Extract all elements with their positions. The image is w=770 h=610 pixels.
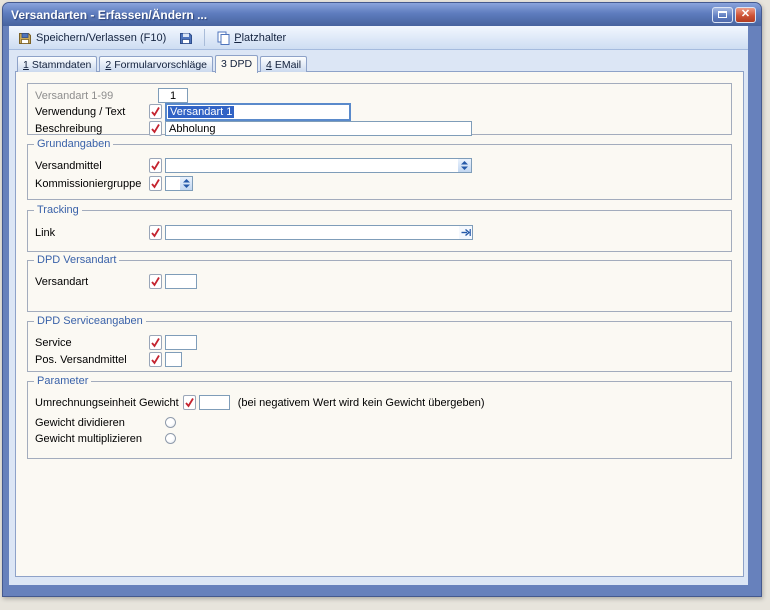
field-row-service: Service [35, 334, 727, 351]
gewicht-dividieren-label: Gewicht dividieren [35, 417, 149, 429]
save-exit-label: Speichern/Verlassen (F10) [36, 32, 166, 44]
versandart-nr-label: Versandart 1-99 [35, 90, 149, 102]
tab-email[interactable]: 4EMail [260, 56, 307, 72]
tab-formularvorschlaege[interactable]: 2Formularvorschläge [99, 56, 213, 72]
gewicht-multiplizieren-radio[interactable] [165, 433, 176, 444]
group-dpd-versandart: DPD Versandart Versandart [27, 260, 732, 312]
versandmittel-spinner[interactable] [458, 158, 472, 173]
dpd-versandart-label: Versandart [35, 276, 149, 288]
group-parameter: Parameter Umrechnungseinheit Gewicht (be… [27, 381, 732, 459]
pos-versandmittel-input[interactable] [165, 352, 182, 367]
close-button[interactable]: ✕ [735, 7, 756, 23]
field-row-gewicht-multiplizieren: Gewicht multiplizieren [35, 430, 727, 447]
tab-page-dpd: Versandart 1-99 1 Verwendung / Text Vers… [15, 71, 744, 577]
window-controls: ✕ [712, 7, 756, 23]
service-input[interactable] [165, 335, 197, 350]
app-window: Versandarten - Erfassen/Ändern ... ✕ Spe… [2, 2, 762, 597]
group-dpd-serviceangaben: DPD Serviceangaben Service Pos. Versandm… [27, 321, 732, 372]
link-check-icon[interactable] [149, 225, 162, 240]
versandart-nr-input[interactable]: 1 [158, 88, 188, 103]
verwendung-input[interactable]: Versandart 1 [165, 103, 351, 121]
beschreibung-input[interactable]: Abholung [165, 121, 472, 136]
dpd-versandart-check-icon[interactable] [149, 274, 162, 289]
save-exit-icon [18, 31, 32, 45]
grundangaben-legend: Grundangaben [34, 138, 113, 150]
service-check-icon[interactable] [149, 335, 162, 350]
title-bar[interactable]: Versandarten - Erfassen/Ändern ... ✕ [3, 3, 761, 26]
pos-versandmittel-label: Pos. Versandmittel [35, 354, 149, 366]
field-row-umrechnungseinheit: Umrechnungseinheit Gewicht (bei negative… [35, 394, 727, 411]
window-title: Versandarten - Erfassen/Ändern ... [11, 8, 712, 22]
save-icon [179, 31, 193, 45]
updown-arrows-icon [461, 161, 468, 170]
versandmittel-check-icon[interactable] [149, 158, 162, 173]
kommissioniergruppe-spinner[interactable] [180, 176, 193, 191]
save-button[interactable] [173, 28, 199, 48]
restore-icon [718, 11, 727, 18]
group-kopfdaten: Versandart 1-99 1 Verwendung / Text Vers… [27, 83, 732, 135]
kommissioniergruppe-input[interactable] [165, 176, 180, 191]
toolbar-separator [204, 29, 205, 46]
field-row-pos-versandmittel: Pos. Versandmittel [35, 351, 727, 368]
field-row-gewicht-dividieren: Gewicht dividieren [35, 414, 727, 431]
group-tracking: Tracking Link [27, 210, 732, 252]
kommissioniergruppe-combo [165, 176, 193, 191]
tracking-legend: Tracking [34, 204, 82, 216]
tab-dpd[interactable]: 3DPD [215, 55, 258, 73]
copy-pages-icon [216, 31, 230, 45]
parameter-legend: Parameter [34, 375, 91, 387]
dpd-versandart-legend: DPD Versandart [34, 254, 119, 266]
field-row-link: Link [35, 224, 727, 241]
beschreibung-label: Beschreibung [35, 123, 149, 135]
field-row-verwendung: Verwendung / Text Versandart 1 [35, 102, 727, 121]
field-row-kommissioniergruppe: Kommissioniergruppe [35, 175, 727, 192]
platzhalter-button[interactable]: Platzhalter [210, 28, 292, 48]
umrechnungseinheit-note: (bei negativem Wert wird kein Gewicht üb… [238, 397, 485, 409]
field-row-dpd-versandart: Versandart [35, 273, 727, 290]
versandmittel-input[interactable] [165, 158, 458, 173]
versandmittel-label: Versandmittel [35, 160, 149, 172]
open-link-button[interactable] [459, 225, 473, 240]
versandmittel-combo [165, 158, 472, 173]
close-icon: ✕ [741, 9, 750, 20]
gewicht-dividieren-radio[interactable] [165, 417, 176, 428]
umrechnungseinheit-input[interactable] [199, 395, 230, 410]
field-row-versandmittel: Versandmittel [35, 157, 727, 174]
field-row-beschreibung: Beschreibung Abholung [35, 120, 727, 137]
verwendung-check-icon[interactable] [149, 104, 162, 119]
link-input[interactable] [165, 225, 459, 240]
platzhalter-label: Platzhalter [234, 32, 286, 44]
umrechnungseinheit-check-icon[interactable] [183, 395, 196, 410]
group-grundangaben: Grundangaben Versandmittel Kommissionier… [27, 144, 732, 200]
restore-button[interactable] [712, 7, 733, 23]
updown-arrows-icon [183, 179, 190, 188]
arrow-right-icon [461, 228, 471, 237]
dpd-serviceangaben-legend: DPD Serviceangaben [34, 315, 146, 327]
link-label: Link [35, 227, 149, 239]
pos-versandmittel-check-icon[interactable] [149, 352, 162, 367]
dpd-versandart-input[interactable] [165, 274, 197, 289]
gewicht-multiplizieren-label: Gewicht multiplizieren [35, 433, 149, 445]
kommissioniergruppe-label: Kommissioniergruppe [35, 178, 149, 190]
window-client-area: Speichern/Verlassen (F10) [9, 26, 748, 585]
beschreibung-check-icon[interactable] [149, 121, 162, 136]
umrechnungseinheit-label: Umrechnungseinheit Gewicht [35, 397, 183, 409]
verwendung-label: Verwendung / Text [35, 106, 149, 118]
service-label: Service [35, 337, 149, 349]
tab-stammdaten[interactable]: 1Stammdaten [17, 56, 97, 72]
kommissioniergruppe-check-icon[interactable] [149, 176, 162, 191]
save-exit-button[interactable]: Speichern/Verlassen (F10) [12, 28, 172, 48]
tab-strip: 1Stammdaten 2Formularvorschläge 3DPD 4EM… [17, 54, 307, 72]
link-field [165, 225, 473, 240]
toolbar: Speichern/Verlassen (F10) [9, 26, 748, 50]
